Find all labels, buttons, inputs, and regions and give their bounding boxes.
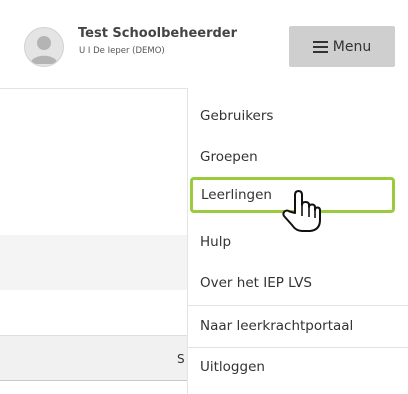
background-partial-text: S xyxy=(177,352,185,366)
menu-item-over-iep-lvs[interactable]: Over het IEP LVS xyxy=(188,263,408,303)
menu-item-uitloggen[interactable]: Uitloggen xyxy=(188,347,408,387)
main-menu-dropdown: Gebruikers Groepen Leerlingen Hulp Over … xyxy=(187,88,408,394)
user-avatar-icon[interactable] xyxy=(24,27,64,67)
hamburger-icon xyxy=(312,40,328,53)
top-bar: Test Schoolbeheerder U I De Ieper (DEMO)… xyxy=(0,0,408,89)
menu-button-label: Menu xyxy=(332,38,372,55)
menu-item-gebruikers[interactable]: Gebruikers xyxy=(188,96,408,136)
hand-pointer-icon xyxy=(281,189,321,233)
user-school: U I De Ieper (DEMO) xyxy=(79,46,165,56)
menu-button[interactable]: Menu xyxy=(289,26,395,67)
menu-item-groepen[interactable]: Groepen xyxy=(188,137,408,177)
menu-item-naar-leerkrachtportaal[interactable]: Naar leerkrachtportaal xyxy=(188,306,408,346)
user-name: Test Schoolbeheerder xyxy=(78,26,238,41)
